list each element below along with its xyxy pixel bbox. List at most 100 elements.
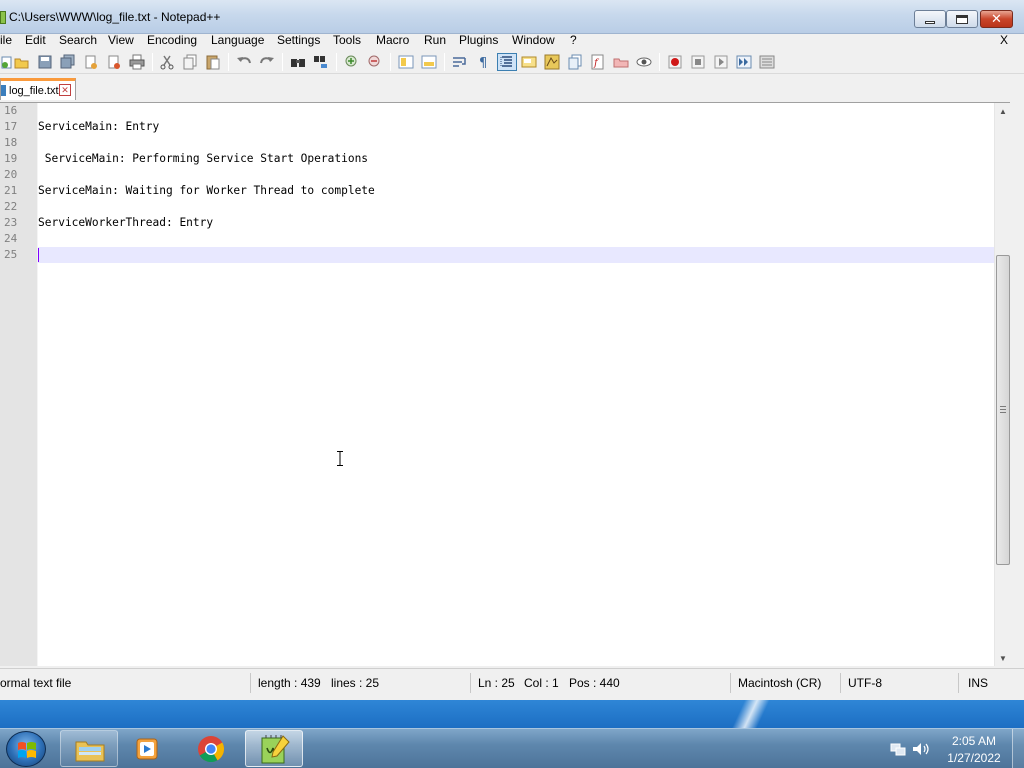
close-all-icon[interactable] — [106, 54, 122, 70]
cut-icon[interactable] — [159, 54, 175, 70]
taskbar: 2:05 AM 1/27/2022 — [0, 728, 1024, 768]
close-window-button[interactable]: ✕ — [980, 10, 1013, 28]
menu-encoding[interactable]: Encoding — [147, 34, 197, 50]
editor-line[interactable]: 16 — [0, 103, 994, 119]
replace-icon[interactable] — [313, 54, 329, 70]
vertical-scrollbar[interactable]: ▲ ▼ — [994, 103, 1010, 666]
status-col: Col : 1 — [524, 676, 559, 690]
status-separator — [958, 673, 959, 693]
editor-line[interactable]: 18 — [0, 135, 994, 151]
tab-close-icon[interactable]: ✕ — [59, 84, 71, 96]
menu-help[interactable]: ? — [570, 34, 577, 50]
save-macro-icon[interactable] — [759, 54, 775, 70]
line-number: 24 — [4, 232, 18, 245]
monitoring-icon[interactable] — [636, 54, 652, 70]
line-text: ServiceMain: Waiting for Worker Thread t… — [38, 184, 375, 197]
folder-as-workspace-icon[interactable] — [613, 54, 629, 70]
line-number: 18 — [4, 136, 18, 149]
svg-text:¶: ¶ — [479, 56, 487, 70]
menu-tools[interactable]: Tools — [333, 34, 361, 50]
editor-line[interactable]: 19 ServiceMain: Performing Service Start… — [0, 151, 994, 167]
line-number: 23 — [4, 216, 18, 229]
indent-guide-icon[interactable] — [497, 53, 517, 71]
copy-icon[interactable] — [182, 54, 198, 70]
undo-icon[interactable] — [236, 54, 252, 70]
sync-vertical-icon[interactable] — [398, 54, 414, 70]
minimize-button[interactable] — [914, 10, 946, 28]
show-all-characters-icon[interactable]: ¶ — [475, 54, 491, 70]
menu-search[interactable]: Search — [59, 34, 97, 50]
tab-log-file[interactable]: log_file.txt ✕ — [0, 78, 76, 100]
paste-icon[interactable] — [205, 54, 221, 70]
menu-language[interactable]: Language — [211, 34, 264, 50]
run-macro-multiple-icon[interactable] — [736, 54, 752, 70]
editor-line-current[interactable]: 25 — [0, 247, 994, 263]
status-insert-mode[interactable]: INS — [968, 676, 988, 690]
save-icon[interactable] — [37, 54, 53, 70]
find-icon[interactable] — [290, 54, 306, 70]
scrollbar-thumb[interactable] — [996, 255, 1010, 565]
play-macro-icon[interactable] — [713, 54, 729, 70]
open-file-icon[interactable] — [14, 54, 30, 70]
scroll-up-arrow-icon[interactable]: ▲ — [995, 103, 1011, 119]
record-macro-icon[interactable] — [667, 54, 683, 70]
media-player-icon — [136, 738, 158, 760]
editor-line[interactable]: 22 — [0, 199, 994, 215]
editor-line[interactable]: 21 ServiceMain: Waiting for Worker Threa… — [0, 183, 994, 199]
document-list-icon[interactable] — [567, 54, 583, 70]
menu-plugins[interactable]: Plugins — [459, 34, 498, 50]
network-icon[interactable] — [890, 742, 906, 756]
menu-window[interactable]: Window — [512, 34, 555, 50]
notepadpp-window: C:\Users\WWW\log_file.txt - Notepad++ ✕ … — [0, 0, 1024, 700]
editor-line[interactable]: 24 — [0, 231, 994, 247]
taskbar-chrome-button[interactable] — [182, 730, 240, 767]
stop-macro-icon[interactable] — [690, 54, 706, 70]
document-map-icon[interactable] — [544, 54, 560, 70]
toolbar-separator — [659, 53, 660, 71]
line-text: ServiceWorkerThread: Entry — [38, 216, 214, 229]
status-eol-format[interactable]: Macintosh (CR) — [738, 676, 821, 690]
notepad-plus-plus-app-icon[interactable] — [0, 11, 6, 24]
zoom-out-icon[interactable] — [367, 54, 383, 70]
user-defined-language-icon[interactable] — [521, 54, 537, 70]
title-bar[interactable]: C:\Users\WWW\log_file.txt - Notepad++ ✕ — [0, 0, 1024, 34]
clock-date[interactable]: 1/27/2022 — [944, 751, 1004, 765]
maximize-button[interactable] — [946, 10, 978, 28]
menu-file[interactable]: ile — [0, 34, 12, 50]
word-wrap-icon[interactable] — [452, 54, 468, 70]
line-number: 19 — [4, 152, 18, 165]
scroll-down-arrow-icon[interactable]: ▼ — [995, 650, 1011, 666]
status-separator — [840, 673, 841, 693]
status-ln: Ln : 25 — [478, 676, 515, 690]
menu-settings[interactable]: Settings — [277, 34, 320, 50]
line-text: ServiceMain: Performing Service Start Op… — [38, 152, 369, 165]
save-all-icon[interactable] — [60, 54, 76, 70]
menu-edit[interactable]: Edit — [25, 34, 46, 50]
editor-line[interactable]: 17 ServiceMain: Entry — [0, 119, 994, 135]
taskbar-media-player-button[interactable] — [120, 730, 178, 767]
menu-macro[interactable]: Macro — [376, 34, 409, 50]
start-button[interactable] — [6, 731, 46, 767]
line-number: 21 — [4, 184, 18, 197]
status-encoding[interactable]: UTF-8 — [848, 676, 882, 690]
taskbar-explorer-button[interactable] — [60, 730, 118, 767]
sync-horizontal-icon[interactable] — [421, 54, 437, 70]
function-list-icon[interactable]: f — [590, 54, 606, 70]
close-icon[interactable] — [83, 54, 99, 70]
show-desktop-button[interactable] — [1012, 729, 1024, 768]
volume-icon[interactable] — [912, 742, 930, 756]
editor-line[interactable]: 20 — [0, 167, 994, 183]
redo-icon[interactable] — [259, 54, 275, 70]
menu-view[interactable]: View — [108, 34, 134, 50]
print-icon[interactable] — [129, 54, 145, 70]
taskbar-notepadpp-button[interactable] — [245, 730, 303, 767]
editor-line[interactable]: 23 ServiceWorkerThread: Entry — [0, 215, 994, 231]
status-file-type: ormal text file — [0, 676, 72, 690]
clock-time[interactable]: 2:05 AM — [944, 734, 1004, 748]
editor-pane[interactable]: 16 17 ServiceMain: Entry 18 19 ServiceMa… — [0, 102, 1010, 666]
tab-label: log_file.txt — [9, 85, 59, 97]
close-document-button[interactable]: X — [1000, 34, 1008, 46]
menu-run[interactable]: Run — [424, 34, 446, 50]
zoom-in-icon[interactable] — [344, 54, 360, 70]
desktop-wallpaper-streak — [720, 700, 790, 728]
